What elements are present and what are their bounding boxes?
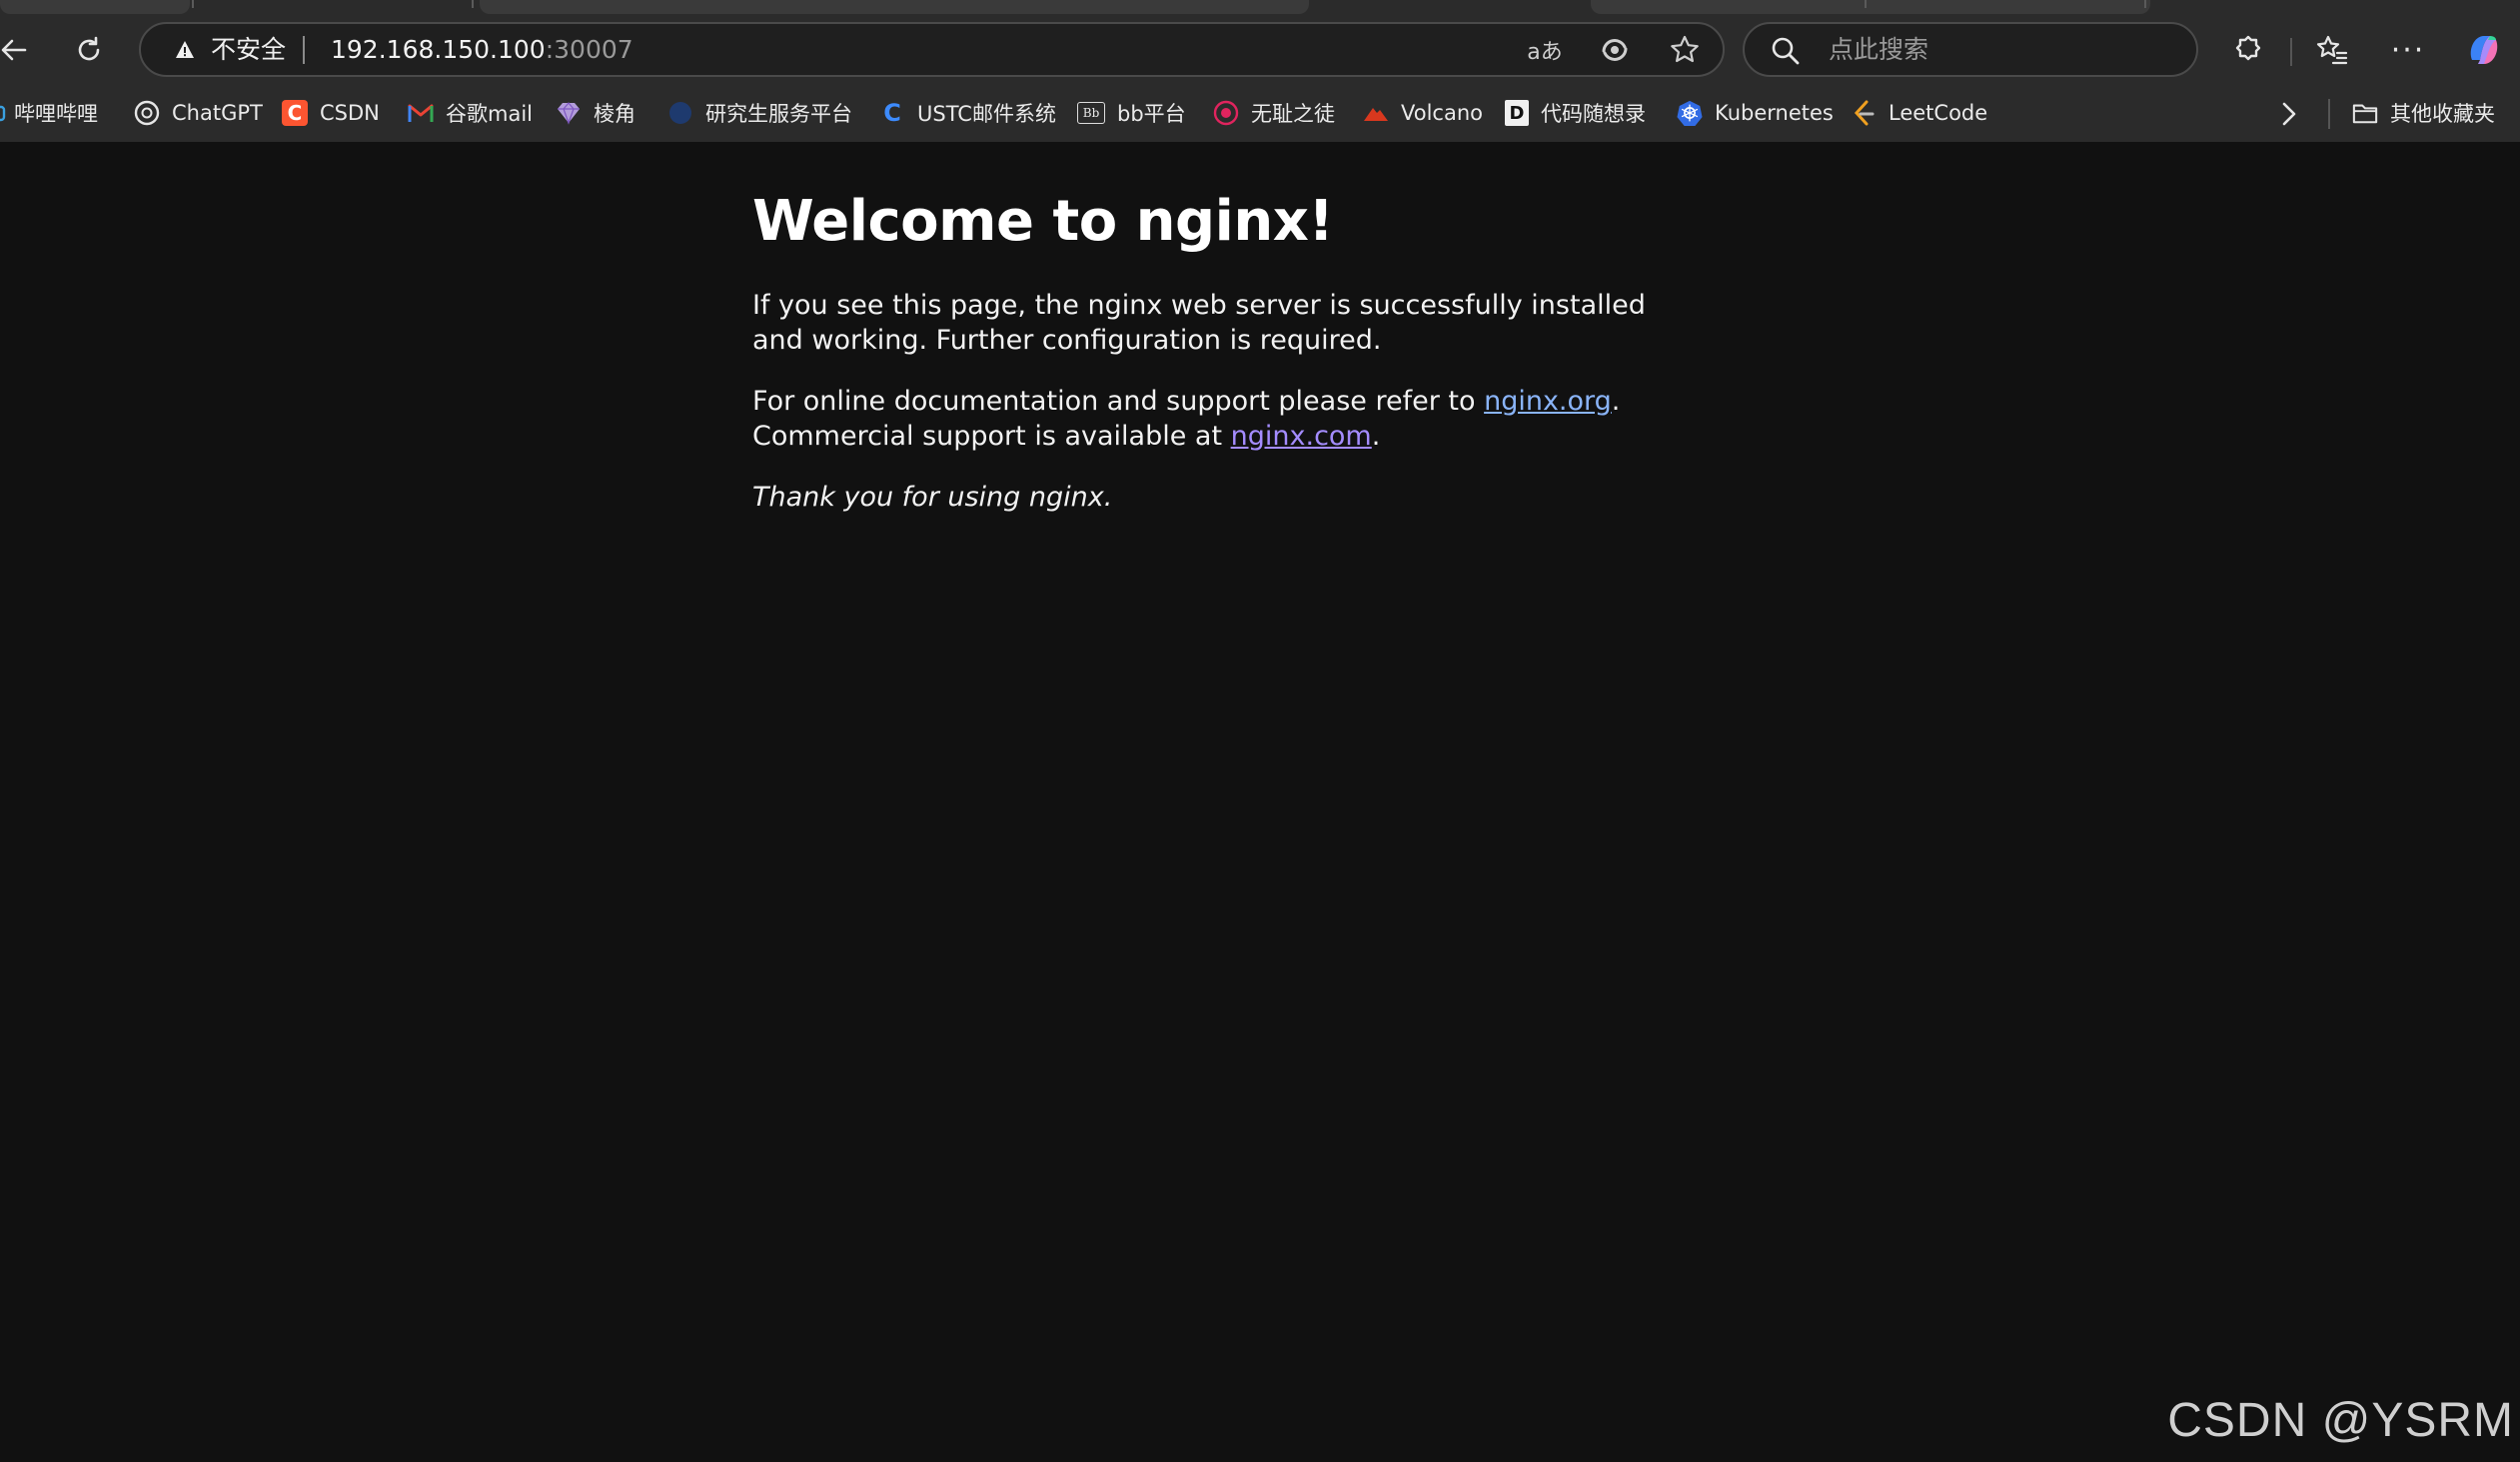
copilot-icon — [2470, 36, 2498, 64]
bookmark-label: 谷歌mail — [446, 102, 533, 126]
edge-swirl-icon — [1602, 39, 1628, 61]
favorite-star-button[interactable] — [1665, 30, 1705, 70]
refresh-button[interactable] — [65, 26, 113, 74]
code-icon: D — [1505, 100, 1529, 126]
nginx-com-link[interactable]: nginx.com — [1231, 421, 1372, 452]
url-host: 192.168.150.100 — [331, 35, 546, 64]
url-text[interactable]: 192.168.150.100:30007 — [331, 32, 633, 68]
tab-separator — [2144, 0, 2146, 8]
ellipsis-icon: ··· — [2390, 32, 2426, 68]
edge-refresh-button[interactable] — [1595, 30, 1635, 70]
bookmark-label: CSDN — [320, 101, 380, 125]
more-bookmarks-button[interactable] — [2272, 99, 2306, 129]
tab-separator — [192, 0, 194, 8]
page-viewport: Welcome to nginx! If you see this page, … — [0, 142, 2520, 1462]
page-title: Welcome to nginx! — [752, 189, 1334, 254]
ustc-icon: C — [883, 99, 901, 127]
bookmark-label: USTC邮件系统 — [917, 102, 1056, 126]
shameless-icon — [1213, 100, 1239, 126]
bookmark-volcano[interactable]: Volcano — [1363, 93, 1483, 133]
favorites-list-icon — [2316, 35, 2348, 65]
tab-separator — [472, 0, 474, 8]
bookmark-bb[interactable]: Bb bb平台 — [1077, 93, 1186, 133]
bookmark-label: 研究生服务平台 — [705, 102, 852, 126]
tab-strip — [0, 0, 2520, 16]
bookmark-gmail[interactable]: 谷歌mail — [408, 93, 533, 133]
bookmark-kubernetes[interactable]: Kubernetes — [1677, 93, 1834, 133]
commercial-text: Commercial support is available at — [752, 421, 1231, 452]
globe-icon — [667, 100, 693, 126]
extensions-button[interactable] — [2224, 26, 2272, 74]
more-menu-button[interactable]: ··· — [2384, 26, 2432, 74]
tab-separator — [1865, 0, 1867, 8]
docs-paragraph: For online documentation and support ple… — [752, 384, 1652, 454]
bookmark-leetcode[interactable]: LeetCode — [1851, 93, 1987, 133]
copilot-button[interactable] — [2460, 26, 2508, 74]
warning-triangle-icon[interactable] — [175, 40, 195, 60]
puzzle-gear-icon — [2235, 35, 2261, 61]
gem-icon — [556, 100, 582, 126]
favorites-button[interactable] — [2308, 26, 2356, 74]
search-placeholder: 点此搜索 — [1829, 35, 1929, 64]
bookmark-label: ChatGPT — [172, 101, 263, 125]
csdn-icon: C — [282, 100, 308, 126]
watermark: CSDN @YSRM — [2167, 1394, 2514, 1447]
security-status-label[interactable]: 不安全 — [211, 32, 286, 68]
bookmark-label: LeetCode — [1889, 101, 1988, 125]
bookmark-chatgpt[interactable]: ChatGPT — [134, 93, 263, 133]
translate-icon: aあ — [1527, 40, 1563, 65]
folder-icon — [2352, 100, 2378, 126]
docs-period: . — [1611, 386, 1621, 417]
chevron-right-icon — [2282, 102, 2296, 126]
nginx-org-link[interactable]: nginx.org — [1484, 386, 1612, 417]
bookmarks-separator — [2328, 99, 2330, 129]
intro-paragraph: If you see this page, the nginx web serv… — [752, 290, 1646, 356]
back-button[interactable] — [0, 26, 38, 74]
bookmark-bilibili[interactable]: 哔哩哔哩 — [0, 93, 98, 133]
bilibili-icon — [0, 100, 6, 126]
bookmark-label: Volcano — [1401, 101, 1483, 125]
thanks-text: Thank you for using nginx. — [752, 482, 1113, 513]
url-port: :30007 — [545, 35, 633, 64]
bookmark-label: 哔哩哔哩 — [14, 102, 98, 126]
nginx-welcome-content: Welcome to nginx! If you see this page, … — [752, 182, 1652, 541]
bookmark-code-suixiang[interactable]: D 代码随想录 — [1505, 93, 1646, 133]
thanks-paragraph: Thank you for using nginx. — [752, 480, 1652, 515]
chatgpt-icon — [134, 100, 160, 126]
commercial-period: . — [1371, 421, 1381, 452]
star-outline-icon — [1671, 35, 1699, 63]
bookmark-label: 代码随想录 — [1541, 102, 1646, 126]
gmail-icon — [408, 100, 434, 126]
address-separator — [303, 36, 305, 64]
back-arrow-icon — [1, 39, 27, 61]
bookmark-label: 棱角 — [594, 102, 635, 126]
search-icon — [1772, 37, 1800, 65]
tab-inactive[interactable] — [480, 0, 1309, 14]
refresh-icon — [78, 36, 100, 61]
bookmark-shameless[interactable]: 无耻之徒 — [1213, 93, 1335, 133]
kubernetes-icon — [1677, 100, 1703, 126]
tab-inactive[interactable] — [1591, 0, 2150, 14]
toolbar-separator — [2290, 38, 2292, 66]
leetcode-icon — [1851, 100, 1877, 126]
bookmark-grad-service[interactable]: 研究生服务平台 — [667, 93, 852, 133]
search-box[interactable]: 点此搜索 — [1743, 22, 2198, 77]
bookmark-ustc-mail[interactable]: C USTC邮件系统 — [879, 93, 1056, 133]
bookmarks-bar: 哔哩哔哩 ChatGPT C CSDN 谷歌mail 棱角 研究生服务平台 C … — [0, 85, 2520, 142]
tab-inactive[interactable] — [0, 0, 190, 14]
other-favorites-label: 其他收藏夹 — [2390, 102, 2495, 126]
docs-text: For online documentation and support ple… — [752, 386, 1485, 417]
bookmark-label: Kubernetes — [1715, 101, 1834, 125]
other-favorites-folder[interactable]: 其他收藏夹 — [2352, 93, 2495, 133]
bookmark-label: bb平台 — [1117, 102, 1186, 126]
browser-toolbar: 不安全 192.168.150.100:30007 aあ 点此搜索 ··· — [0, 16, 2520, 85]
read-aloud-translate-button[interactable]: aあ — [1525, 30, 1565, 70]
address-bar[interactable]: 不安全 192.168.150.100:30007 aあ — [139, 22, 1725, 77]
blackboard-icon: Bb — [1077, 102, 1105, 124]
bookmark-label: 无耻之徒 — [1251, 102, 1335, 126]
bookmark-csdn[interactable]: C CSDN — [282, 93, 380, 133]
bookmark-lengjiao[interactable]: 棱角 — [556, 93, 635, 133]
volcano-icon — [1363, 100, 1389, 126]
